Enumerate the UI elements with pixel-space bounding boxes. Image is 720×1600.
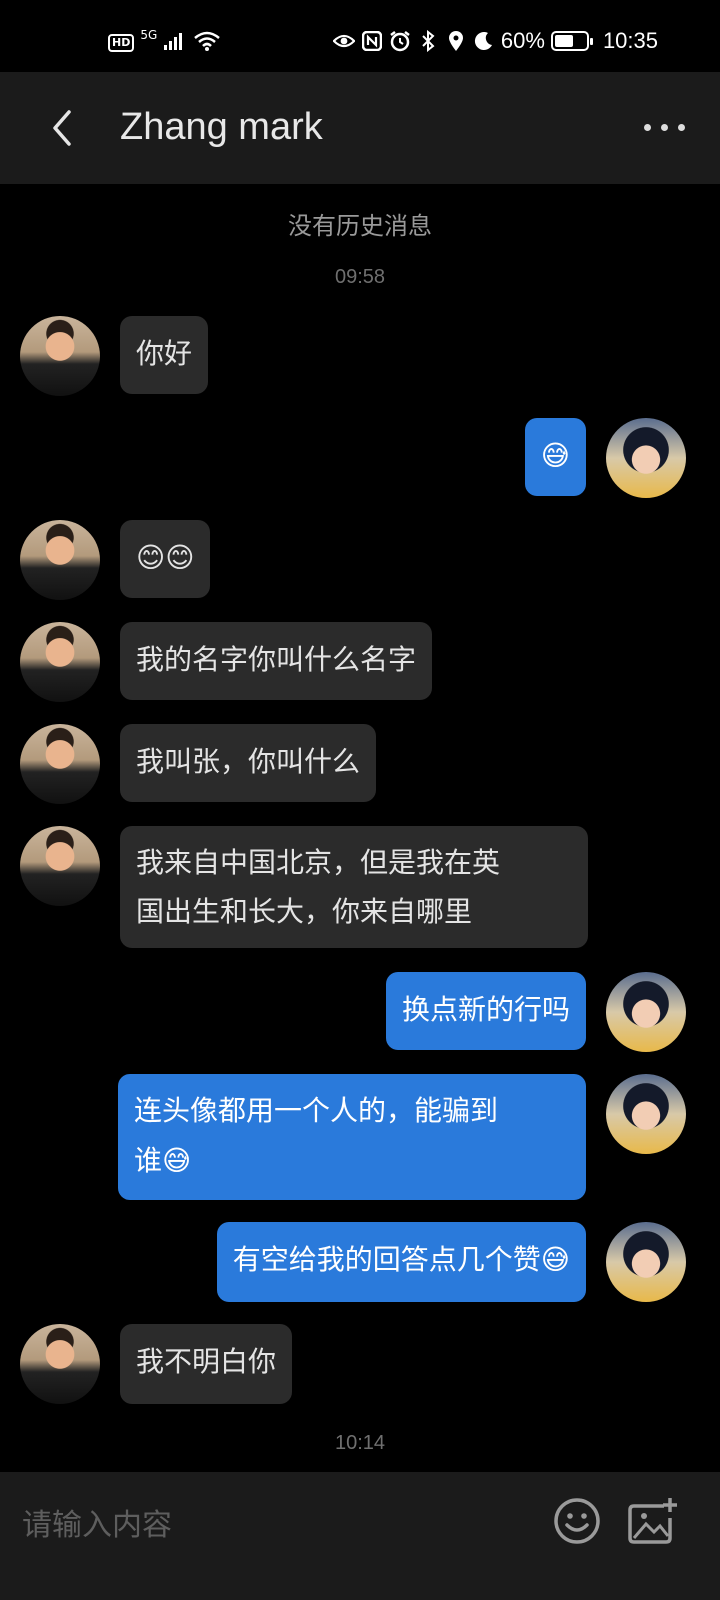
more-dots-icon xyxy=(643,123,651,131)
signal-icon xyxy=(163,31,187,55)
status-bar: HD 5G 60% 10:35 xyxy=(0,0,720,72)
timestamp: 09:58 xyxy=(334,266,386,288)
network-type: 5G xyxy=(140,28,158,42)
message-bubble-incoming[interactable]: 我叫张，你叫什么 xyxy=(120,724,377,802)
wifi-icon xyxy=(193,30,221,56)
message-line: 连头像都用一个人的，能骗到 xyxy=(134,1094,499,1127)
add-image-icon xyxy=(628,1498,677,1544)
contact-avatar[interactable] xyxy=(20,520,100,600)
bluetooth-icon xyxy=(417,30,439,52)
contact-avatar[interactable] xyxy=(20,724,100,804)
my-avatar[interactable] xyxy=(606,972,686,1052)
contact-avatar[interactable] xyxy=(20,622,100,702)
clock: 10:35 xyxy=(602,28,658,53)
my-avatar[interactable] xyxy=(606,418,686,498)
message-line: 谁😅 xyxy=(134,1144,192,1177)
message-bubble-outgoing[interactable]: 😅 xyxy=(524,418,586,496)
status-left: HD 5G xyxy=(108,28,221,56)
alarm-icon xyxy=(389,30,411,52)
no-history-notice: 没有历史消息 xyxy=(288,212,432,240)
hd-badge: HD xyxy=(108,34,135,52)
message-bubble-outgoing[interactable]: 换点新的行吗 xyxy=(385,972,586,1050)
location-icon xyxy=(445,30,467,52)
more-button[interactable] xyxy=(628,102,700,152)
back-button[interactable] xyxy=(32,98,92,158)
add-image-button[interactable] xyxy=(626,1494,680,1548)
message-bubble-incoming[interactable]: 我不明白你 xyxy=(120,1324,293,1404)
contact-avatar[interactable] xyxy=(20,826,100,906)
contact-avatar[interactable] xyxy=(20,316,100,396)
chevron-left-icon xyxy=(53,110,71,146)
emoji-button[interactable] xyxy=(552,1496,602,1546)
input-bar xyxy=(0,1472,720,1600)
message-bubble-incoming[interactable]: 😊😊 xyxy=(120,520,211,598)
contact-name: Zhang mark xyxy=(120,106,323,148)
nfc-icon xyxy=(361,30,383,52)
status-right: 60% 10:35 xyxy=(332,28,658,54)
contact-avatar[interactable] xyxy=(20,1324,100,1404)
chat-header: Zhang mark xyxy=(0,72,720,184)
message-bubble-incoming[interactable]: 你好 xyxy=(120,316,209,394)
message-input[interactable] xyxy=(22,1502,522,1548)
battery-percent: 60% xyxy=(500,28,545,53)
message-bubble-incoming[interactable]: 我的名字你叫什么名字 xyxy=(120,622,433,700)
timestamp: 10:14 xyxy=(334,1432,386,1454)
eye-icon xyxy=(332,30,355,52)
my-avatar[interactable] xyxy=(606,1074,686,1154)
message-bubble-outgoing[interactable]: 连头像都用一个人的，能骗到 谁😅 xyxy=(118,1074,586,1200)
battery-icon xyxy=(550,31,593,51)
message-bubble-outgoing[interactable]: 有空给我的回答点几个赞😅 xyxy=(216,1222,586,1302)
message-bubble-incoming[interactable]: 我来自中国北京，但是我在英 国出生和长大，你来自哪里 xyxy=(120,826,588,948)
moon-icon xyxy=(473,30,495,52)
emoji-smile-icon xyxy=(554,1498,600,1544)
my-avatar[interactable] xyxy=(606,1222,686,1302)
message-line: 国出生和长大，你来自哪里 xyxy=(136,895,473,928)
message-line: 我来自中国北京，但是我在英 xyxy=(136,846,501,879)
